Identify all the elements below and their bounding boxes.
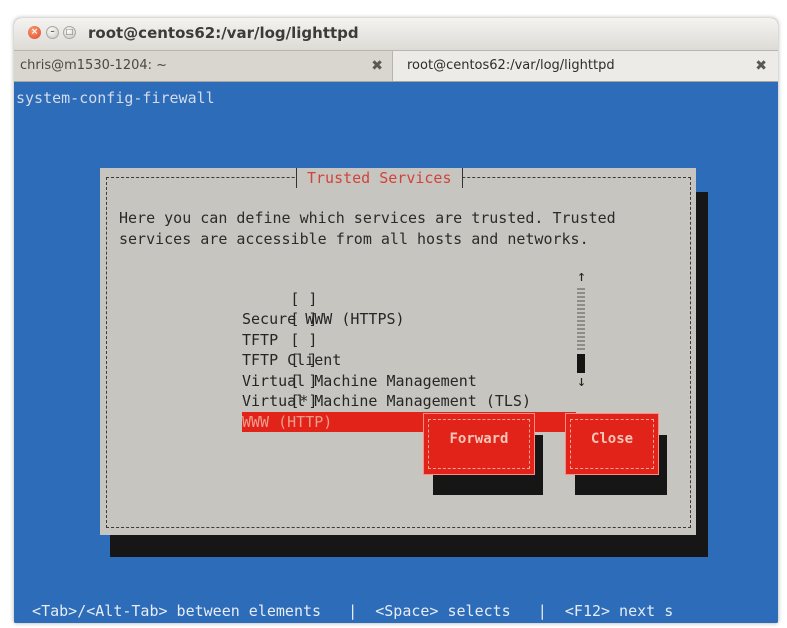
window-titlebar[interactable]: × – □ root@centos62:/var/log/lighttpd bbox=[14, 18, 778, 51]
tab-label: root@centos62:/var/log/lighttpd bbox=[407, 58, 615, 73]
dialog-description: Here you can define which services are t… bbox=[119, 209, 616, 248]
tab-label: chris@m1530-1204: ~ bbox=[20, 58, 168, 73]
scrollbar-thumb[interactable] bbox=[577, 354, 585, 373]
window-maximize-button[interactable]: □ bbox=[63, 26, 76, 39]
scrollbar-track[interactable] bbox=[577, 286, 585, 352]
window-title: root@centos62:/var/log/lighttpd bbox=[88, 24, 359, 42]
list-item[interactable]: [ ] Secure WWW (HTTPS) bbox=[200, 268, 405, 329]
list-item[interactable]: [ ] Virtual Machine Management (TLS) bbox=[200, 350, 531, 411]
close-button-label: Close bbox=[570, 419, 654, 469]
terminal-window: × – □ root@centos62:/var/log/lighttpd ch… bbox=[14, 18, 778, 623]
scroll-up-arrow-icon[interactable]: ↑ bbox=[577, 267, 586, 285]
window-close-button[interactable]: × bbox=[28, 26, 41, 39]
tab-close-icon[interactable]: ✖ bbox=[371, 51, 383, 81]
list-item[interactable]: [ ] TFTP bbox=[200, 289, 317, 349]
scroll-down-arrow-icon[interactable]: ↓ bbox=[577, 372, 586, 390]
forward-button[interactable]: Forward bbox=[423, 413, 535, 475]
dialog-title: Trusted Services bbox=[296, 168, 463, 188]
list-item-selected[interactable]: [*] WWW (HTTP) bbox=[200, 371, 576, 432]
close-button[interactable]: Close bbox=[565, 413, 659, 475]
trusted-services-dialog: Trusted Services Here you can define whi… bbox=[100, 168, 696, 535]
terminal-command: system-config-firewall bbox=[16, 89, 215, 107]
forward-button-label: Forward bbox=[428, 419, 530, 469]
status-bar: <Tab>/<Alt-Tab> between elements | <Spac… bbox=[14, 602, 674, 620]
window-minimize-button[interactable]: – bbox=[46, 26, 59, 39]
tab-root-lighttpd[interactable]: root@centos62:/var/log/lighttpd ✖ bbox=[392, 51, 778, 81]
terminal-area[interactable]: system-config-firewall Trusted Services … bbox=[14, 82, 778, 623]
tab-close-icon[interactable]: ✖ bbox=[755, 51, 767, 81]
tab-chris-home[interactable]: chris@m1530-1204: ~ ✖ bbox=[14, 51, 391, 81]
tab-bar: chris@m1530-1204: ~ ✖ root@centos62:/var… bbox=[14, 51, 778, 82]
list-item[interactable]: [ ] Virtual Machine Management bbox=[200, 330, 477, 390]
list-item[interactable]: [ ] TFTP Client bbox=[200, 309, 341, 370]
checkbox[interactable]: [*] bbox=[290, 392, 317, 410]
services-list[interactable]: [ ] Secure WWW (HTTPS) [ ] TFTP [ ] TFTP… bbox=[200, 268, 576, 432]
